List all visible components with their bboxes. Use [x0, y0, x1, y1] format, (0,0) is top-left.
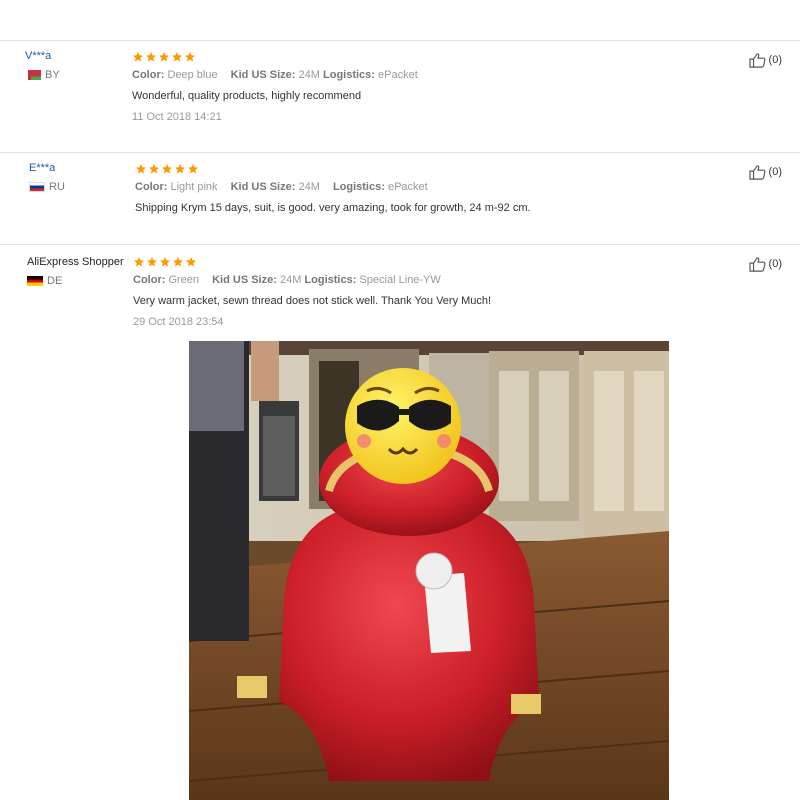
color-label: Color: [135, 181, 168, 193]
size-label: Kid US Size: [212, 274, 277, 286]
thumbs-up-icon[interactable] [748, 256, 767, 272]
size-value: 24M [298, 69, 320, 81]
size-label: Kid US Size: [230, 181, 296, 193]
star-icon [158, 51, 170, 63]
star-icon [148, 163, 160, 175]
reviewer-country: RU [29, 181, 65, 193]
helpful-count: (0) [768, 258, 782, 270]
reviewer-info: E***a RU [29, 162, 65, 193]
thumbs-up-icon[interactable] [748, 164, 767, 180]
review-item: AliExpress Shopper DE Color: Green Kid U… [0, 244, 800, 344]
review-text: Very warm jacket, sewn thread does not s… [133, 295, 492, 307]
reviewer-info: AliExpress Shopper DE [27, 256, 124, 287]
color-label: Color: [133, 274, 166, 286]
reviewer-country: DE [27, 275, 124, 287]
review-content: Color: Green Kid US Size: 24M Logistics:… [133, 255, 491, 328]
helpful-button[interactable]: (0) [748, 256, 782, 272]
helpful-count: (0) [768, 54, 782, 66]
review-attributes: Color: Light pink Kid US Size: 24M Logis… [135, 181, 531, 193]
review-item: V***a BY Color: Deep blue Kid US Size: 2… [0, 40, 800, 152]
logistics-label: Logistics: [304, 274, 357, 286]
reviewer-name[interactable]: AliExpress Shopper [27, 256, 124, 268]
logistics-value: ePacket [387, 181, 428, 193]
star-icon [145, 51, 157, 63]
star-rating [132, 50, 418, 64]
helpful-count: (0) [768, 166, 782, 178]
review-attributes: Color: Green Kid US Size: 24M Logistics:… [133, 274, 491, 286]
helpful-button[interactable]: (0) [748, 164, 782, 180]
star-icon [135, 163, 147, 175]
flag-by-icon [25, 70, 41, 80]
review-item: E***a RU Color: Light pink Kid US Size: … [0, 152, 800, 244]
star-icon [132, 51, 144, 63]
color-value: Deep blue [167, 69, 218, 81]
star-icon [146, 256, 158, 268]
star-icon [184, 51, 196, 63]
reviewer-info: V***a BY [25, 50, 60, 81]
color-value: Light pink [170, 181, 218, 193]
star-icon [133, 256, 145, 268]
country-code: RU [49, 181, 65, 193]
thumbs-up-icon[interactable] [748, 52, 767, 68]
review-date: 11 Oct 2018 14:21 [132, 111, 222, 123]
star-icon [161, 163, 173, 175]
review-photo[interactable] [189, 341, 669, 800]
star-rating [133, 255, 491, 269]
reviewer-name[interactable]: E***a [29, 162, 65, 174]
country-code: DE [47, 275, 63, 287]
star-rating [135, 162, 531, 176]
size-value: 24M [279, 274, 302, 286]
color-label: Color: [132, 69, 165, 81]
star-icon [171, 51, 183, 63]
review-date: 29 Oct 2018 23:54 [133, 316, 224, 328]
logistics-value: ePacket [378, 69, 418, 81]
logistics-value: Special Line-YW [359, 274, 441, 286]
star-icon [185, 256, 197, 268]
star-icon [159, 256, 171, 268]
country-code: BY [45, 69, 60, 81]
review-text: Shipping Krym 15 days, suit, is good. ve… [135, 202, 531, 214]
logistics-label: Logistics: [332, 181, 385, 193]
color-value: Green [168, 274, 200, 286]
review-attributes: Color: Deep blue Kid US Size: 24M Logist… [132, 69, 418, 81]
flag-ru-icon [29, 182, 45, 192]
reviewer-country: BY [25, 69, 60, 81]
star-icon [172, 256, 184, 268]
reviewer-name[interactable]: V***a [25, 50, 60, 62]
logistics-label: Logistics: [323, 69, 375, 81]
star-icon [187, 163, 199, 175]
review-content: Color: Light pink Kid US Size: 24M Logis… [135, 162, 531, 214]
size-label: Kid US Size: [230, 69, 296, 81]
review-text: Wonderful, quality products, highly reco… [132, 90, 362, 102]
star-icon [174, 163, 186, 175]
flag-de-icon [27, 276, 43, 286]
review-content: Color: Deep blue Kid US Size: 24M Logist… [132, 50, 418, 123]
size-value: 24M [298, 181, 320, 193]
helpful-button[interactable]: (0) [748, 52, 782, 68]
